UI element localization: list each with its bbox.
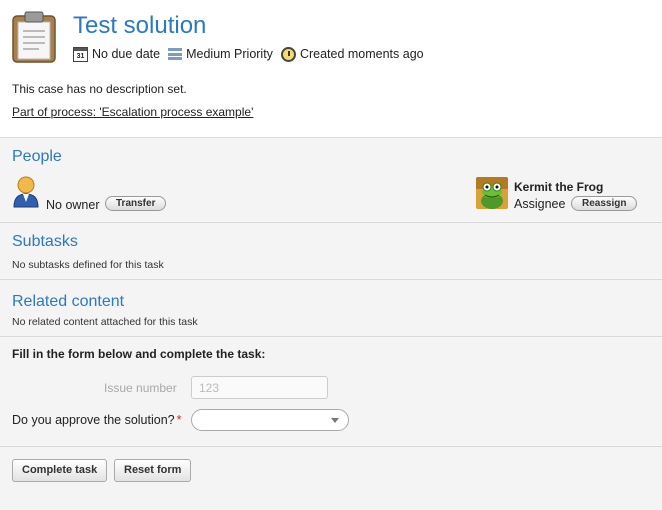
divider [0,222,662,223]
issue-number-label: Issue number [104,381,177,395]
divider [0,336,662,337]
avatar [476,177,508,209]
related-empty-text: No related content attached for this tas… [12,316,198,328]
user-icon [13,176,39,208]
task-meta: 31 No due date Medium Priority Created m… [73,45,432,63]
chevron-down-icon [331,418,339,423]
assignee-name: Kermit the Frog [514,180,604,194]
description-text: This case has no description set. [12,82,187,96]
reassign-button[interactable]: Reassign [571,196,638,211]
complete-task-button[interactable]: Complete task [12,459,108,482]
transfer-button[interactable]: Transfer [105,196,167,211]
priority-text: Medium Priority [186,47,273,61]
task-page: Test solution 31 No due date Medium Prio… [0,0,662,510]
calendar-icon: 31 [73,46,88,62]
priority-icon [168,48,183,60]
assignee-role: Assignee [514,197,566,211]
form-title: Fill in the form below and complete the … [12,347,266,361]
issue-number-field[interactable] [191,376,328,399]
process-link[interactable]: Part of process: 'Escalation process exa… [12,105,253,119]
required-mark: * [176,413,182,427]
due-date-text: No due date [92,47,161,61]
subtasks-empty-text: No subtasks defined for this task [12,259,164,271]
calendar-day: 31 [76,52,85,60]
owner-text: No owner [46,198,100,212]
task-header: Test solution 31 No due date Medium Prio… [0,0,662,70]
people-title: People [12,148,62,165]
priority: Medium Priority [168,47,273,61]
clock-icon [280,46,296,62]
divider [0,446,662,447]
subtasks-title: Subtasks [12,233,78,250]
approve-select[interactable] [191,409,349,431]
clipboard-icon [12,11,56,63]
due-date: 31 No due date [73,46,161,62]
created-text: Created moments ago [299,47,424,61]
description-area: This case has no description set. Part o… [0,70,662,138]
page-title: Test solution [73,12,207,39]
related-title: Related content [12,293,125,310]
created: Created moments ago [280,46,424,62]
approve-label-text: Do you approve the solution? [12,413,175,427]
reset-form-button[interactable]: Reset form [114,459,192,482]
approve-label: Do you approve the solution? * [12,413,182,427]
divider [0,279,662,280]
